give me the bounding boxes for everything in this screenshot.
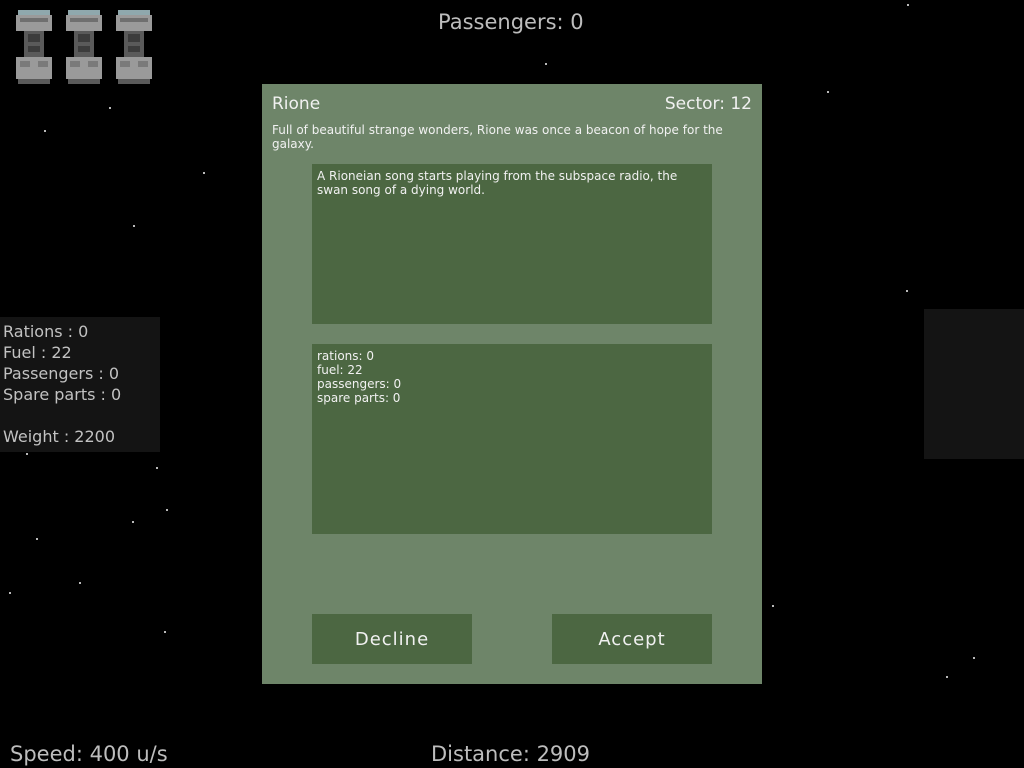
star bbox=[79, 582, 81, 584]
stat-weight: Weight : 2200 bbox=[3, 427, 116, 446]
resource-fuel: fuel: 22 bbox=[317, 363, 363, 377]
ship-lives bbox=[16, 10, 152, 84]
star bbox=[36, 538, 38, 540]
planet-description: Full of beautiful strange wonders, Rione… bbox=[272, 123, 723, 151]
resource-passengers: passengers: 0 bbox=[317, 377, 402, 391]
star bbox=[132, 521, 134, 523]
rocket-ship-icon bbox=[66, 10, 102, 84]
rocket-ship-icon bbox=[116, 10, 152, 84]
star bbox=[827, 91, 829, 93]
stat-fuel: Fuel : 22 bbox=[3, 343, 72, 362]
star bbox=[545, 63, 547, 65]
planet-name: Rione bbox=[272, 94, 321, 114]
star bbox=[907, 4, 909, 6]
star bbox=[164, 631, 166, 633]
side-panel bbox=[924, 309, 1024, 459]
star bbox=[906, 290, 908, 292]
resources-box: rations: 0 fuel: 22 passengers: 0 spare … bbox=[312, 344, 712, 534]
event-dialog: Rione Sector: 12 Full of beautiful stran… bbox=[262, 84, 762, 684]
decline-button[interactable]: Decline bbox=[312, 614, 472, 664]
star bbox=[166, 509, 168, 511]
hud-speed: Speed: 400 u/s bbox=[10, 742, 168, 766]
hud-passengers: Passengers: 0 bbox=[438, 10, 584, 34]
star bbox=[26, 453, 28, 455]
star bbox=[973, 657, 975, 659]
cargo-stats-panel: Rations : 0 Fuel : 22 Passengers : 0 Spa… bbox=[0, 317, 160, 452]
star bbox=[203, 172, 205, 174]
accept-button[interactable]: Accept bbox=[552, 614, 712, 664]
game-screen: Passengers: 0 Speed: 400 u/s Distance: 2… bbox=[0, 0, 1024, 768]
star bbox=[9, 592, 11, 594]
star bbox=[44, 130, 46, 132]
star bbox=[156, 467, 158, 469]
star bbox=[109, 107, 111, 109]
sector-label: Sector: 12 bbox=[664, 94, 752, 114]
event-text: A Rioneian song starts playing from the … bbox=[317, 169, 678, 197]
event-text-box: A Rioneian song starts playing from the … bbox=[312, 164, 712, 324]
resource-rations: rations: 0 bbox=[317, 349, 375, 363]
star bbox=[946, 676, 948, 678]
resource-spare-parts: spare parts: 0 bbox=[317, 391, 401, 405]
stat-passengers: Passengers : 0 bbox=[3, 364, 120, 383]
stat-rations: Rations : 0 bbox=[3, 322, 89, 341]
star bbox=[133, 225, 135, 227]
rocket-ship-icon bbox=[16, 10, 52, 84]
hud-distance: Distance: 2909 bbox=[431, 742, 591, 766]
star bbox=[772, 605, 774, 607]
stat-spare-parts: Spare parts : 0 bbox=[3, 385, 122, 404]
